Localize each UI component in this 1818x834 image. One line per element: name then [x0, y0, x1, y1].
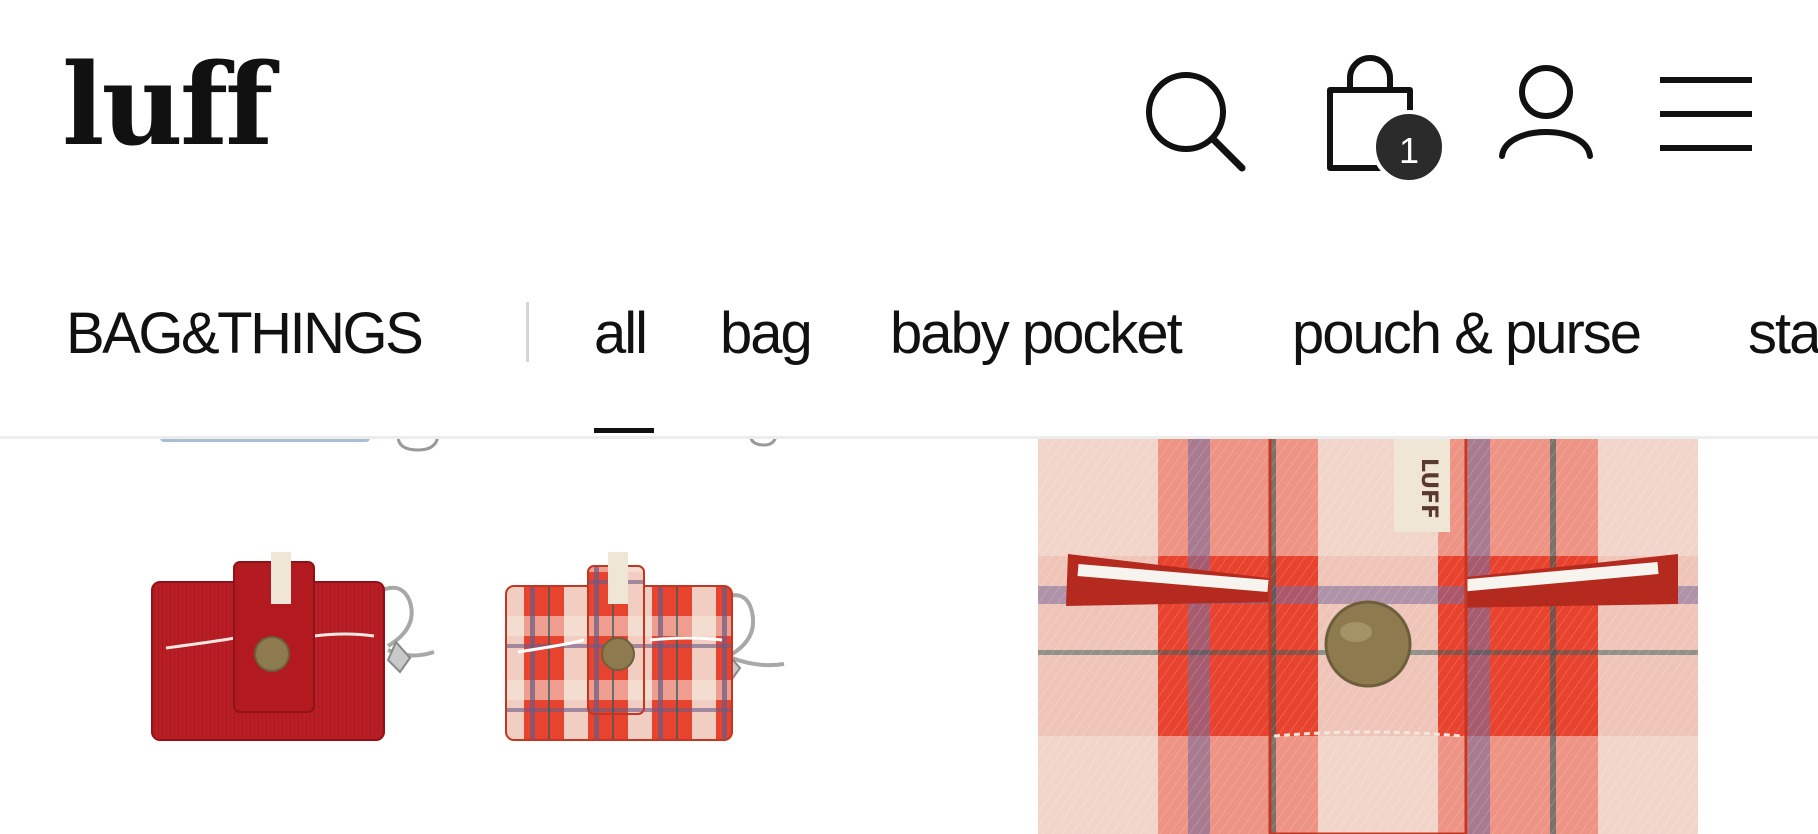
tab-baby-pocket[interactable]: baby pocket [890, 300, 1183, 367]
account-button[interactable] [1496, 62, 1596, 162]
brand-tag-label: LUFF [1416, 458, 1441, 519]
user-icon [1499, 65, 1593, 159]
search-button[interactable] [1142, 68, 1250, 176]
hamburger-menu-icon [1660, 77, 1752, 151]
product-image-featured[interactable]: LUFF [1038, 436, 1702, 834]
tab-stationery[interactable]: sta [1748, 300, 1818, 367]
site-logo[interactable]: luff [62, 50, 273, 162]
product-thumbnail-check[interactable] [500, 552, 820, 752]
product-thumbnail-corduroy[interactable] [146, 552, 446, 752]
tab-pouch-purse[interactable]: pouch & purse [1292, 300, 1642, 367]
search-icon [1146, 72, 1246, 172]
tab-all[interactable]: all [594, 300, 648, 367]
menu-button[interactable] [1656, 76, 1756, 152]
tab-bag[interactable]: bag [720, 300, 813, 367]
active-tab-indicator [594, 428, 654, 433]
category-divider [526, 302, 529, 362]
category-title: BAG&THINGS [66, 301, 424, 366]
cart-count-badge: 1 [1372, 110, 1446, 184]
site-header: luff 1 [0, 0, 1818, 250]
product-grid: LUFF [0, 436, 1818, 834]
cart-button[interactable]: 1 [1320, 54, 1460, 186]
